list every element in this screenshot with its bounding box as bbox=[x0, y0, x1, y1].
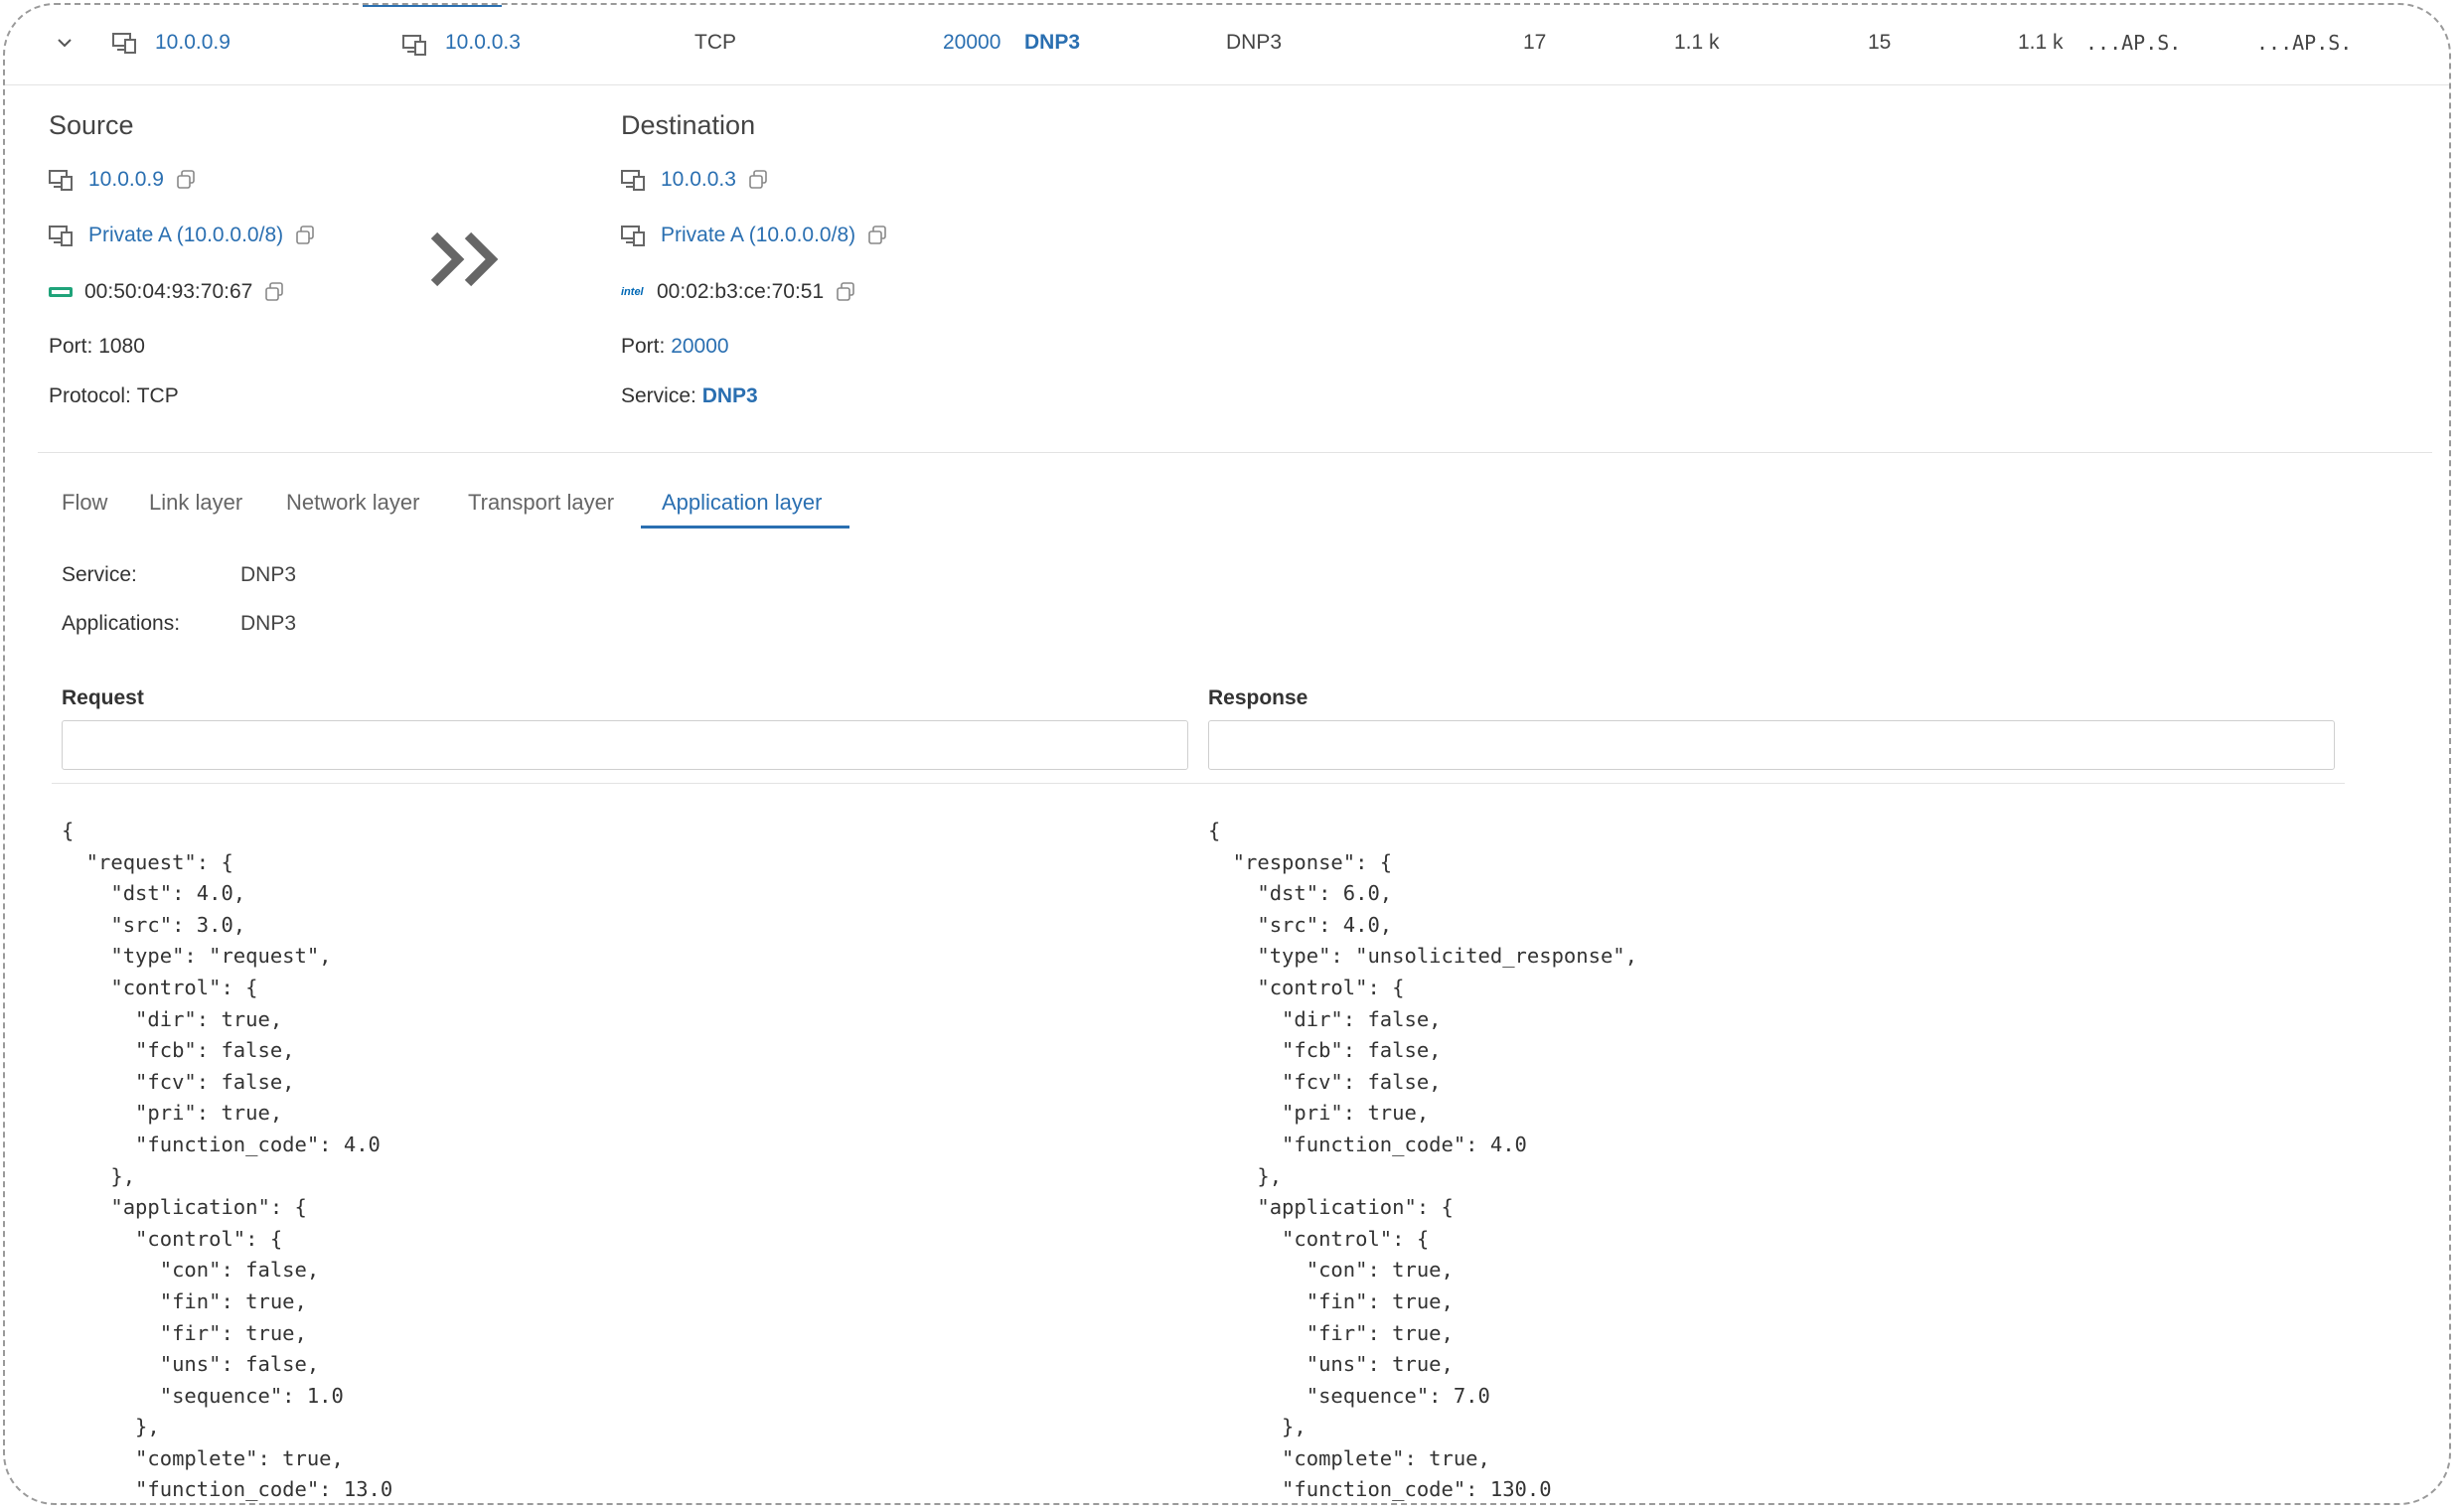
copy-icon[interactable] bbox=[264, 282, 284, 302]
destination-network-line: Private A (10.0.0.0/8) bbox=[621, 224, 887, 247]
source-port: 1080 bbox=[98, 335, 145, 358]
flow-application: DNP3 bbox=[1226, 31, 1283, 54]
copy-icon[interactable] bbox=[748, 170, 768, 190]
destination-port[interactable]: 20000 bbox=[671, 335, 728, 359]
device-icon bbox=[49, 170, 73, 191]
flow-service[interactable]: DNP3 bbox=[1024, 31, 1080, 55]
panel-divider bbox=[52, 783, 2345, 784]
response-label: Response bbox=[1208, 686, 1308, 709]
source-ip-line: 10.0.0.9 bbox=[49, 168, 196, 192]
chevron-down-icon[interactable] bbox=[57, 35, 73, 51]
response-filter-input[interactable] bbox=[1208, 720, 2335, 770]
flow-packets-in: 15 bbox=[1868, 31, 1892, 54]
request-filter-input[interactable] bbox=[62, 720, 1188, 770]
device-icon bbox=[621, 170, 645, 191]
flow-src-ip[interactable]: 10.0.0.9 bbox=[155, 31, 231, 55]
column-highlight bbox=[363, 5, 502, 7]
flow-tcp-flags-in: ...AP.S. bbox=[2256, 31, 2353, 55]
destination-mac: 00:02:b3:ce:70:51 bbox=[657, 280, 825, 303]
destination-ip-line: 10.0.0.3 bbox=[621, 168, 768, 192]
tab-network-layer[interactable]: Network layer bbox=[286, 490, 419, 516]
network-icon bbox=[49, 226, 73, 246]
direction-arrows-icon bbox=[430, 231, 499, 287]
section-divider bbox=[38, 452, 2432, 453]
flow-row[interactable]: 10.0.0.9 10.0.0.3 TCP 20000 DNP3 DNP3 17… bbox=[5, 5, 2449, 85]
flow-bytes-out: 1.1 k bbox=[1674, 31, 1720, 54]
copy-icon[interactable] bbox=[867, 226, 887, 245]
network-icon bbox=[621, 226, 645, 246]
intel-logo-icon: intel bbox=[621, 286, 644, 298]
request-label: Request bbox=[62, 686, 144, 709]
source-mac: 00:50:04:93:70:67 bbox=[84, 280, 253, 303]
vendor-logo-icon bbox=[49, 287, 73, 297]
flow-dst-ip[interactable]: 10.0.0.3 bbox=[445, 31, 521, 55]
destination-mac-line: intel 00:02:b3:ce:70:51 bbox=[621, 280, 855, 304]
copy-icon[interactable] bbox=[836, 282, 855, 302]
source-mac-line: 00:50:04:93:70:67 bbox=[49, 280, 284, 304]
source-protocol: TCP bbox=[136, 384, 179, 407]
source-port-label: Port: bbox=[49, 335, 93, 358]
flow-protocol: TCP bbox=[694, 31, 736, 54]
tab-application-layer[interactable]: Application layer bbox=[662, 490, 822, 516]
service-label: Service: bbox=[62, 563, 137, 586]
source-network-line: Private A (10.0.0.0/8) bbox=[49, 224, 315, 247]
tab-link-layer[interactable]: Link layer bbox=[149, 490, 242, 516]
source-network[interactable]: Private A (10.0.0.0/8) bbox=[88, 224, 283, 247]
destination-title: Destination bbox=[621, 110, 756, 140]
flow-bytes-in: 1.1 k bbox=[2018, 31, 2064, 54]
destination-network[interactable]: Private A (10.0.0.0/8) bbox=[661, 224, 855, 247]
tab-transport-layer[interactable]: Transport layer bbox=[468, 490, 614, 516]
source-protocol-label: Protocol: bbox=[49, 384, 131, 407]
active-tab-indicator bbox=[641, 526, 849, 529]
device-icon bbox=[402, 33, 432, 62]
destination-port-line: Port: 20000 bbox=[621, 335, 729, 359]
source-protocol-line: Protocol: TCP bbox=[49, 384, 179, 408]
applications-value: DNP3 bbox=[240, 612, 297, 635]
source-port-line: Port: 1080 bbox=[49, 335, 145, 359]
source-title: Source bbox=[49, 110, 134, 140]
destination-service[interactable]: DNP3 bbox=[702, 384, 758, 408]
destination-service-line: Service: DNP3 bbox=[621, 384, 758, 408]
destination-service-label: Service: bbox=[621, 384, 696, 407]
device-icon bbox=[112, 31, 142, 60]
destination-port-label: Port: bbox=[621, 335, 666, 358]
flow-dst-port[interactable]: 20000 bbox=[943, 31, 1000, 55]
flow-detail-panel: 10.0.0.9 10.0.0.3 TCP 20000 DNP3 DNP3 17… bbox=[3, 3, 2451, 1505]
destination-ip[interactable]: 10.0.0.3 bbox=[661, 168, 736, 192]
request-json: { "request": { "dst": 4.0, "src": 3.0, "… bbox=[62, 819, 393, 1502]
applications-label: Applications: bbox=[62, 612, 181, 635]
copy-icon[interactable] bbox=[176, 170, 196, 190]
source-ip[interactable]: 10.0.0.9 bbox=[88, 168, 164, 192]
flow-tcp-flags-out: ...AP.S. bbox=[2085, 31, 2182, 55]
copy-icon[interactable] bbox=[295, 226, 315, 245]
tab-flow[interactable]: Flow bbox=[62, 490, 107, 516]
flow-packets-out: 17 bbox=[1523, 31, 1547, 54]
service-value: DNP3 bbox=[240, 563, 297, 586]
response-json: { "response": { "dst": 6.0, "src": 4.0, … bbox=[1208, 819, 1637, 1502]
